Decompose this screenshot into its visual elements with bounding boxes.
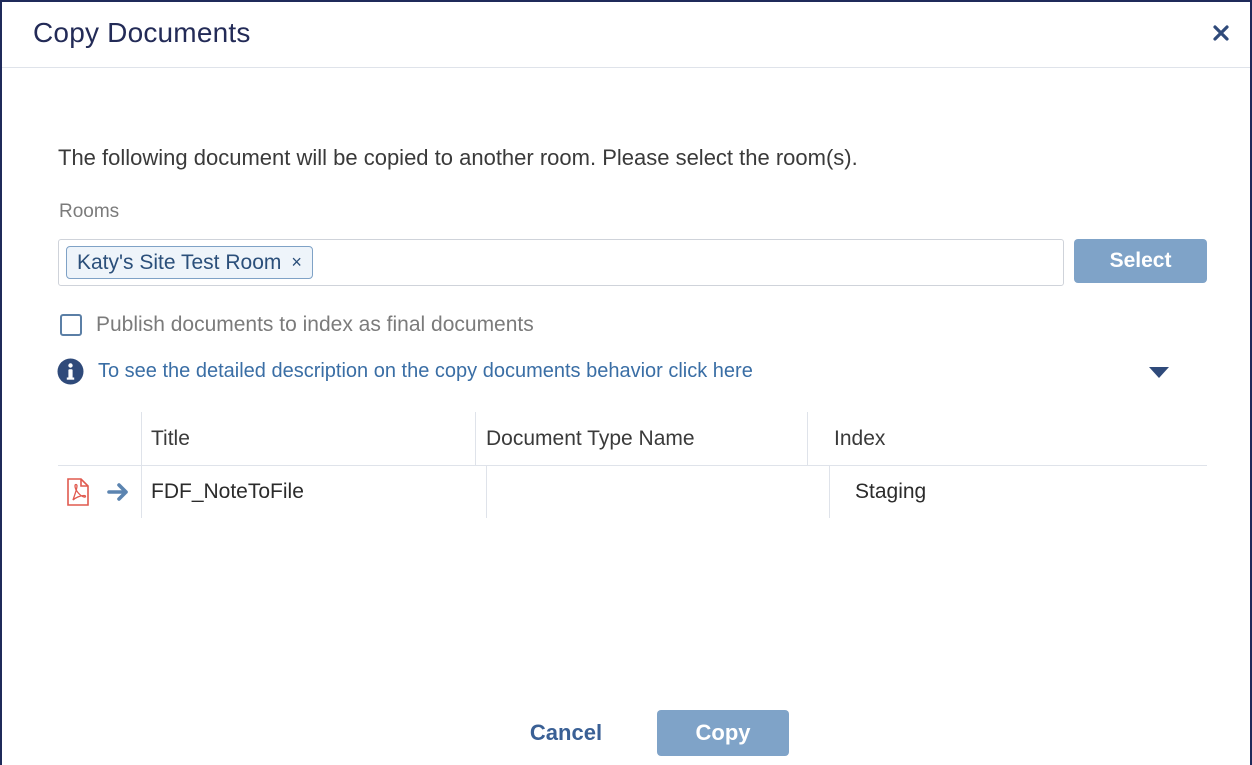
copy-button[interactable]: Copy: [657, 710, 789, 756]
rooms-input[interactable]: Katy's Site Test Room ×: [58, 239, 1064, 286]
cancel-button[interactable]: Cancel: [516, 710, 616, 756]
expand-toggle[interactable]: [1148, 365, 1170, 379]
room-tag-remove-icon[interactable]: ×: [291, 252, 302, 273]
column-header-document-type-name[interactable]: Document Type Name: [486, 412, 695, 465]
rooms-label: Rooms: [59, 201, 120, 222]
info-icon: [57, 358, 84, 385]
cell-index: Staging: [855, 480, 927, 503]
close-icon: [1213, 25, 1229, 41]
publish-checkbox-label[interactable]: Publish documents to index as final docu…: [96, 313, 534, 337]
copy-documents-dialog: Copy Documents The following document wi…: [0, 0, 1252, 765]
room-tag-label: Katy's Site Test Room: [77, 250, 282, 274]
row-icons: [66, 466, 132, 518]
intro-text: The following document will be copied to…: [58, 145, 858, 170]
info-row: To see the detailed description on the c…: [57, 358, 753, 385]
publish-checkbox[interactable]: [60, 314, 82, 336]
documents-table: Title Document Type Name Index FDF_NoteT…: [58, 412, 1207, 520]
column-divider: [475, 412, 476, 465]
copy-behavior-info-link[interactable]: To see the detailed description on the c…: [98, 360, 753, 383]
close-button[interactable]: [1206, 18, 1236, 48]
column-header-index[interactable]: Index: [834, 412, 885, 465]
table-row[interactable]: FDF_NoteToFile Staging: [58, 466, 1207, 518]
select-button[interactable]: Select: [1074, 239, 1207, 283]
column-header-title[interactable]: Title: [151, 412, 190, 465]
publish-checkbox-row: Publish documents to index as final docu…: [60, 313, 534, 337]
column-divider: [807, 412, 808, 465]
pdf-file-icon: [67, 478, 89, 506]
dialog-header: Copy Documents: [2, 2, 1250, 68]
caret-down-icon: [1149, 367, 1169, 378]
dialog-title: Copy Documents: [33, 17, 251, 48]
room-tag: Katy's Site Test Room ×: [66, 246, 313, 279]
cell-title: FDF_NoteToFile: [151, 480, 304, 503]
table-header: Title Document Type Name Index: [58, 412, 1207, 466]
arrow-right-icon[interactable]: [106, 481, 132, 503]
dialog-footer: Cancel Copy: [2, 710, 1250, 756]
